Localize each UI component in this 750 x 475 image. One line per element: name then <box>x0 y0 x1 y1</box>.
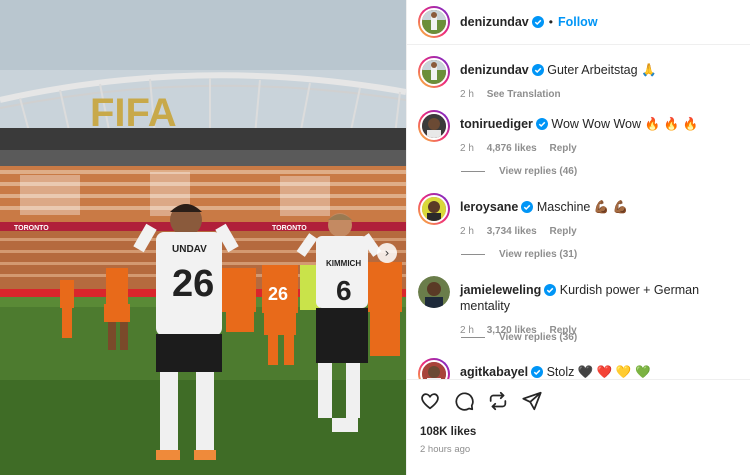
commenter-username[interactable]: denizundav <box>460 63 529 77</box>
verified-badge-icon <box>544 284 557 296</box>
commenter-username[interactable]: toniruediger <box>460 117 533 131</box>
commenter-username[interactable]: jamieleweling <box>460 283 541 297</box>
comment-likes[interactable]: 3,734 likes <box>487 226 537 237</box>
post-header: denizundav • Follow <box>407 0 750 45</box>
comment-text: Wow Wow Wow 🔥 🔥 🔥 <box>551 117 699 131</box>
player-right-name: KIMMICH <box>326 259 361 268</box>
commenter-avatar[interactable] <box>418 358 450 379</box>
verified-badge-icon <box>531 366 544 378</box>
view-replies-button[interactable]: View replies (46) <box>461 166 577 177</box>
commenter-avatar[interactable] <box>418 110 450 142</box>
post-sidebar: denizundav • Follow denizundav Guter Arb… <box>406 0 750 475</box>
board-text-left: TORONTO <box>14 225 49 232</box>
commenter-avatar[interactable] <box>418 276 450 308</box>
comment-time: 2 h <box>460 89 474 100</box>
comments-list[interactable]: denizundav Guter Arbeitstag 🙏 2 h See Tr… <box>407 46 750 379</box>
reply-button[interactable]: Reply <box>550 226 577 237</box>
comment-text: Stolz 🖤 ❤️ 💛 💚 <box>546 365 651 379</box>
reply-button[interactable]: Reply <box>550 143 577 154</box>
comment-icon[interactable] <box>453 390 475 412</box>
verified-badge-icon <box>535 118 548 130</box>
verified-badge-icon <box>531 16 544 28</box>
view-replies-button[interactable]: View replies (31) <box>461 249 577 260</box>
comment-item: agitkabayel Stolz 🖤 ❤️ 💛 💚 <box>418 358 743 379</box>
stadium-sign-text: FIFA <box>90 91 177 135</box>
commenter-username[interactable]: leroysane <box>460 200 518 214</box>
comment-time: 2 h <box>460 143 474 154</box>
verified-badge-icon <box>531 64 544 76</box>
follow-button[interactable]: Follow <box>558 15 598 29</box>
football-celebration-image: FIFA TORONTO TORONTO 26 UNDAV 26 KIMMICH… <box>0 0 406 475</box>
verified-badge-icon <box>521 201 534 213</box>
commenter-avatar[interactable] <box>418 56 450 88</box>
post-time-ago: 2 hours ago <box>420 444 471 455</box>
like-heart-icon[interactable] <box>419 390 441 412</box>
commenter-avatar[interactable] <box>418 193 450 225</box>
comment-text: Guter Arbeitstag 🙏 <box>547 63 657 77</box>
comment-likes[interactable]: 4,876 likes <box>487 143 537 154</box>
next-image-button[interactable]: › <box>377 243 397 263</box>
opponent-number: 26 <box>268 284 288 304</box>
comment-item: denizundav Guter Arbeitstag 🙏 2 h See Tr… <box>418 56 743 103</box>
post-likes-count[interactable]: 108K likes <box>420 426 476 438</box>
view-replies-button[interactable]: View replies (36) <box>461 332 577 343</box>
board-text-right: TORONTO <box>272 225 307 232</box>
author-username[interactable]: denizundav <box>460 15 529 29</box>
post-actions: 108K likes 2 hours ago <box>407 379 750 475</box>
share-icon[interactable] <box>521 390 543 412</box>
player-left-name: UNDAV <box>172 244 207 255</box>
author-avatar[interactable] <box>418 6 450 38</box>
commenter-username[interactable]: agitkabayel <box>460 365 528 379</box>
comment-text: Maschine 💪🏾 💪🏾 <box>536 200 629 214</box>
post-photo[interactable]: FIFA TORONTO TORONTO 26 UNDAV 26 KIMMICH… <box>0 0 406 475</box>
player-right-number: 6 <box>336 275 352 306</box>
comment-item: leroysane Maschine 💪🏾 💪🏾 2 h 3,734 likes… <box>418 193 743 240</box>
repost-icon[interactable] <box>487 390 509 412</box>
see-translation-link[interactable]: See Translation <box>487 89 561 100</box>
comment-item: jamieleweling Kurdish power + German men… <box>418 276 743 339</box>
comment-item: toniruediger Wow Wow Wow 🔥 🔥 🔥 2 h 4,876… <box>418 110 743 157</box>
header-separator: • <box>548 15 553 29</box>
player-left-number: 26 <box>172 263 214 305</box>
comment-time: 2 h <box>460 226 474 237</box>
